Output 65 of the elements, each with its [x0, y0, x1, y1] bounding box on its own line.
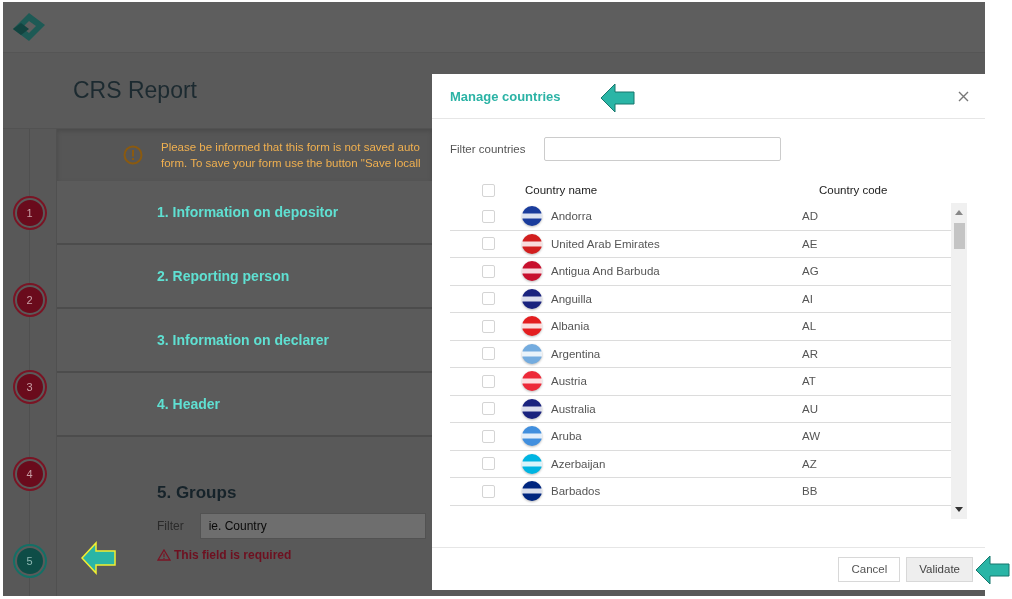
country-code: AG	[802, 265, 819, 278]
country-name: Austria	[551, 375, 588, 388]
validate-button[interactable]: Validate	[906, 556, 973, 582]
close-icon[interactable]	[958, 90, 969, 102]
checkbox[interactable]	[482, 484, 495, 498]
scroll-down-icon[interactable]	[955, 507, 963, 513]
checkbox[interactable]	[482, 264, 495, 278]
scroll-thumb[interactable]	[953, 223, 965, 249]
country-code: AD	[802, 210, 818, 223]
arrow-icon	[81, 541, 117, 575]
warning-icon	[157, 549, 171, 561]
country-name: Barbados	[551, 485, 602, 498]
section-title: 4. Header	[157, 396, 221, 412]
error-message: This field is required	[174, 548, 292, 562]
checkbox[interactable]	[482, 429, 495, 443]
country-code: AL	[802, 320, 817, 333]
cancel-button[interactable]: Cancel	[838, 556, 901, 582]
page-title: CRS Report	[73, 77, 197, 104]
country-name: United Arab Emirates	[551, 237, 661, 250]
country-name: Australia	[551, 402, 597, 415]
warning-text: form. To save your form use the button "Save locall	[161, 156, 421, 171]
filter-field[interactable]: ie. Country	[199, 513, 426, 539]
country-name: Anguilla	[551, 292, 593, 305]
filter-label: Filter countries	[450, 143, 527, 155]
warning-icon	[123, 145, 143, 165]
country-code: AT	[802, 375, 816, 388]
country-code: AW	[802, 430, 821, 443]
country-name: Albania	[551, 320, 591, 333]
scrollbar[interactable]	[951, 203, 967, 519]
scroll-up-icon[interactable]	[955, 209, 963, 215]
country-code: BB	[802, 485, 818, 498]
step-circle[interactable]: 3	[14, 372, 45, 402]
country-name: Azerbaijan	[551, 457, 607, 470]
checkbox[interactable]	[482, 319, 495, 333]
section-heading: 5. Groups	[157, 483, 237, 503]
checkbox[interactable]	[482, 457, 495, 471]
checkbox[interactable]	[482, 374, 495, 388]
section-title: 3. Information on declarer	[157, 332, 329, 348]
country-code: AR	[802, 347, 818, 360]
section-title: 2. Reporting person	[157, 268, 290, 284]
checkbox[interactable]	[482, 347, 495, 361]
step-circle[interactable]: 5	[14, 546, 45, 576]
checkbox[interactable]	[482, 209, 495, 223]
step-circle[interactable]: 2	[14, 285, 45, 315]
column-header: Country name	[525, 184, 599, 196]
country-name: Antigua And Barbuda	[551, 265, 661, 278]
country-code: AZ	[802, 457, 817, 470]
country-name: Andorra	[551, 210, 593, 223]
arrow-icon	[600, 82, 636, 114]
dialog-title: Manage countries	[450, 88, 561, 104]
section-title: 1. Information on depositor	[157, 204, 339, 220]
warning-text: Please be informed that this form is not saved auto	[161, 140, 421, 155]
country-code: AI	[802, 292, 813, 305]
country-code: AE	[802, 237, 818, 250]
step-circle[interactable]: 1	[14, 198, 45, 228]
step-circle[interactable]: 4	[14, 459, 45, 489]
checkbox[interactable]	[482, 183, 495, 197]
country-name: Argentina	[551, 347, 602, 360]
country-name: Aruba	[551, 430, 583, 443]
checkbox[interactable]	[482, 292, 495, 306]
checkbox[interactable]	[482, 237, 495, 251]
arrow-icon	[975, 554, 1011, 586]
checkbox[interactable]	[482, 402, 495, 416]
column-header: Country code	[819, 184, 888, 196]
country-code: AU	[802, 402, 818, 415]
